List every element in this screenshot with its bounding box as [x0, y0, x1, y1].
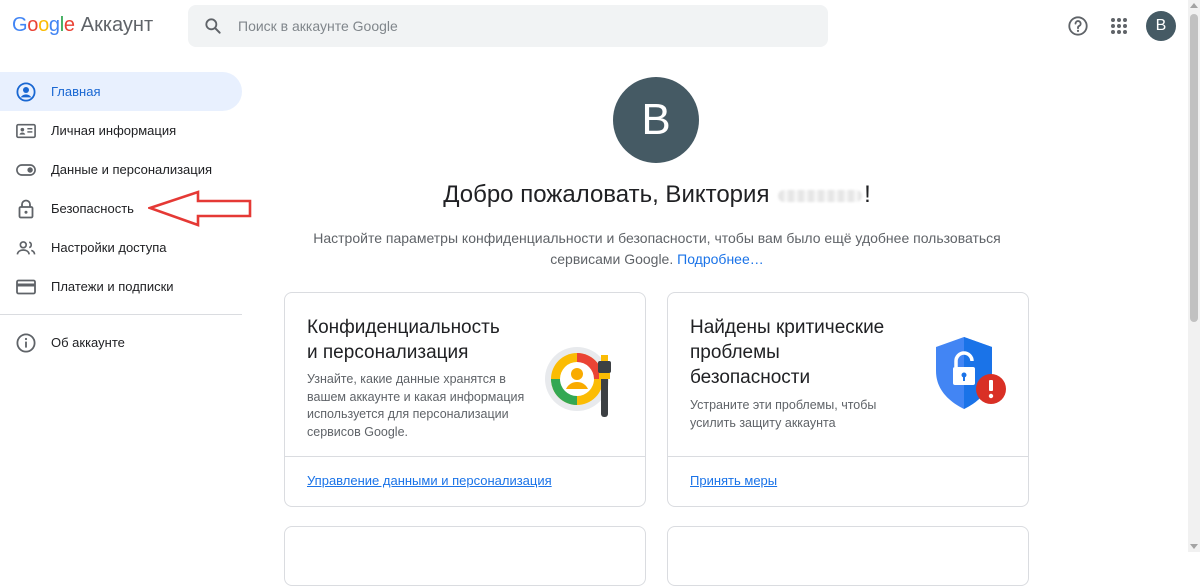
- welcome-exclamation: !: [864, 181, 871, 208]
- next-card-right[interactable]: [667, 526, 1029, 586]
- google-account-logo[interactable]: Google Аккаунт: [12, 14, 153, 38]
- security-issues-card[interactable]: Найдены критические проблемы безопасност…: [667, 292, 1029, 507]
- card-description: Устраните эти проблемы, чтобы усилить за…: [690, 398, 877, 430]
- search-icon[interactable]: [188, 5, 238, 47]
- sidebar-item-label: Данные и персонализация: [51, 162, 213, 177]
- help-icon[interactable]: [1063, 11, 1093, 41]
- scroll-down-arrow-icon[interactable]: [1190, 544, 1198, 549]
- sidebar-item-label: Главная: [51, 84, 101, 99]
- id-card-icon: [16, 121, 36, 141]
- sidebar-item-label: Платежи и подписки: [51, 279, 174, 294]
- card-title-line: безопасности: [690, 367, 811, 388]
- sidebar-item-label: Безопасность: [51, 201, 134, 216]
- toggle-icon: [16, 160, 36, 180]
- welcome-text: Добро пожаловать, Виктория: [443, 181, 770, 208]
- card-title-line: Конфиденциальность: [307, 317, 500, 338]
- search-input[interactable]: [238, 18, 798, 34]
- page-scrollbar[interactable]: [1188, 0, 1200, 552]
- person-circle-icon: [16, 81, 36, 102]
- apps-grid-icon[interactable]: [1104, 11, 1134, 41]
- sidebar-item-personal-info[interactable]: Личная информация: [0, 111, 242, 150]
- next-card-left[interactable]: [284, 526, 646, 586]
- card-title: Конфиденциальность и персонализация: [307, 315, 500, 365]
- card-divider: [285, 456, 645, 457]
- card-description: Узнайте, какие данные хранятся в вашем а…: [307, 372, 525, 439]
- sidebar-item-payments[interactable]: Платежи и подписки: [0, 267, 242, 306]
- people-icon: [16, 238, 36, 258]
- card-divider: [668, 456, 1028, 457]
- annotation-arrow-icon: [148, 190, 252, 227]
- redacted-surname: [778, 189, 863, 202]
- subtitle-text: Настройте параметры конфиденциальности и…: [313, 230, 1001, 267]
- privacy-personalization-card[interactable]: Конфиденциальность и персонализация Узна…: [284, 292, 646, 507]
- sidebar-item-label: Личная информация: [51, 123, 177, 138]
- sidebar-item-about[interactable]: Об аккаунте: [0, 323, 242, 362]
- learn-more-link[interactable]: Подробнее…: [677, 251, 764, 267]
- profile-avatar[interactable]: B: [613, 77, 699, 163]
- welcome-subtitle: Настройте параметры конфиденциальности и…: [290, 228, 1024, 270]
- info-icon: [16, 332, 36, 353]
- search-box[interactable]: [188, 5, 828, 47]
- manage-data-link[interactable]: Управление данными и персонализация: [307, 473, 552, 488]
- sidebar-item-label: Настройки доступа: [51, 240, 167, 255]
- welcome-heading: Добро пожаловать, Виктория !: [300, 181, 1014, 209]
- card-title-line: Найдены критические: [690, 317, 885, 338]
- credit-card-icon: [16, 277, 36, 297]
- google-logo-text: Google: [12, 14, 75, 36]
- product-name: Аккаунт: [80, 14, 154, 36]
- sidebar-divider: [0, 314, 242, 315]
- card-title-line: проблемы: [690, 342, 780, 363]
- privacy-illustration-icon: [545, 347, 611, 417]
- lock-icon: [16, 199, 36, 219]
- card-title-line: и персонализация: [307, 342, 469, 363]
- scroll-thumb[interactable]: [1190, 14, 1198, 322]
- sidebar-item-home[interactable]: Главная: [0, 72, 242, 111]
- card-title: Найдены критические проблемы безопасност…: [690, 315, 884, 390]
- account-avatar-button[interactable]: B: [1146, 11, 1176, 41]
- shield-alert-icon: [936, 337, 1006, 409]
- sidebar-item-sharing[interactable]: Настройки доступа: [0, 228, 242, 267]
- sidebar-item-label: Об аккаунте: [51, 335, 125, 350]
- sidebar-item-data-personalization[interactable]: Данные и персонализация: [0, 150, 242, 189]
- scroll-up-arrow-icon[interactable]: [1190, 3, 1198, 8]
- top-bar: Google Аккаунт B: [0, 0, 1188, 52]
- take-action-link[interactable]: Принять меры: [690, 473, 777, 488]
